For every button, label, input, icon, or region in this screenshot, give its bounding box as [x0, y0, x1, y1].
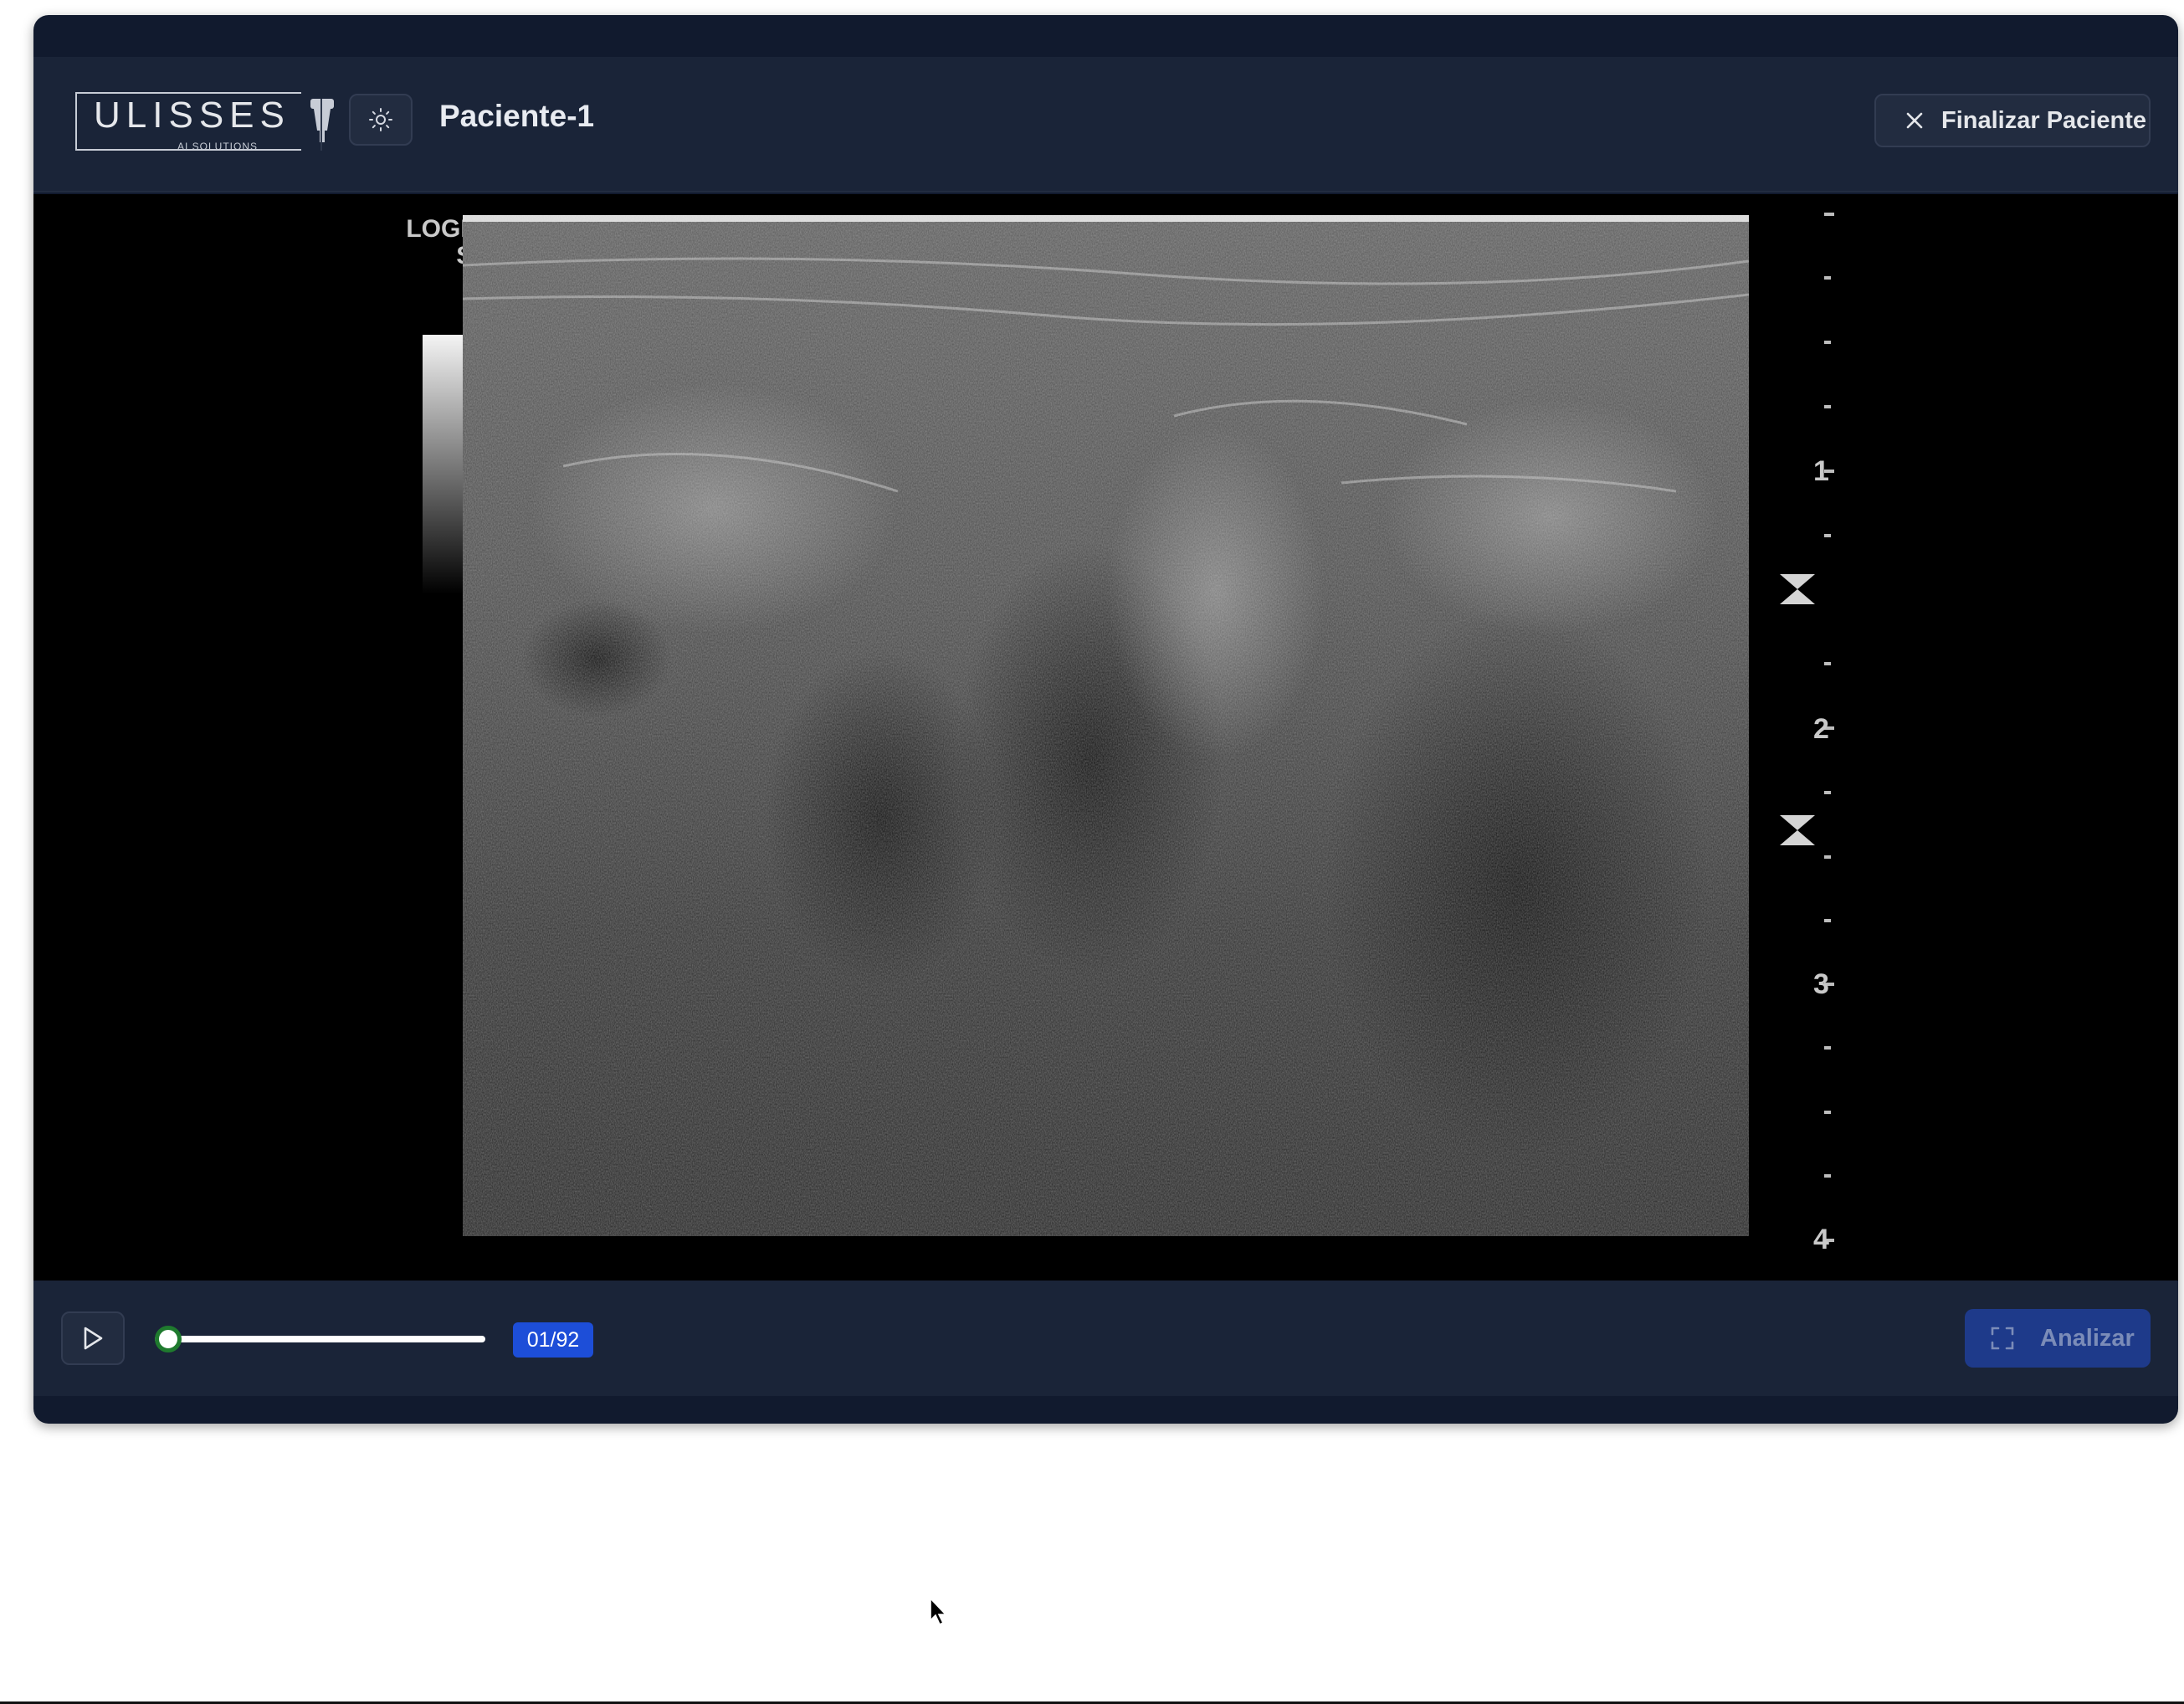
- finish-patient-label: Finalizar Paciente: [1941, 106, 2146, 134]
- depth-label-2: 2: [1813, 713, 1829, 745]
- depth-label-4: 4: [1813, 1224, 1829, 1255]
- logo-subtitle: AI SOLUTIONS: [177, 141, 259, 152]
- ultrasound-probe-icon: [310, 99, 334, 142]
- depth-label-1: 1: [1813, 455, 1829, 487]
- focus-marker-icon: [1780, 574, 1815, 604]
- ultrasound-image: [463, 215, 1749, 1236]
- theme-toggle-button[interactable]: [349, 94, 413, 146]
- slider-thumb[interactable]: [155, 1326, 182, 1352]
- frame-slider[interactable]: [155, 1323, 485, 1353]
- viewer-card: ULISSES AI SOLUTIONS Paciente-1 Finaliza…: [33, 15, 2178, 1424]
- depth-label-3: 3: [1813, 968, 1829, 1000]
- close-icon: [1906, 112, 1923, 129]
- depth-scale-ticks: [1824, 213, 1834, 1242]
- analyze-button[interactable]: Analizar: [1965, 1309, 2151, 1368]
- header-divider: [320, 99, 322, 151]
- play-button[interactable]: [61, 1311, 125, 1365]
- patient-title: Paciente-1: [439, 99, 595, 133]
- header-bar: ULISSES AI SOLUTIONS Paciente-1 Finaliza…: [33, 57, 2178, 192]
- expand-icon: [1991, 1327, 2014, 1350]
- focus-marker-icon: [1780, 815, 1815, 845]
- mouse-cursor-icon: [930, 1597, 947, 1626]
- ulisses-logo: ULISSES AI SOLUTIONS: [75, 92, 334, 152]
- slider-track: [155, 1336, 485, 1342]
- frame-counter-badge: 01/92: [513, 1322, 593, 1358]
- depth-scale: 1 2 3 4: [1774, 194, 1841, 1281]
- play-icon: [84, 1327, 103, 1350]
- finish-patient-button[interactable]: Finalizar Paciente: [1874, 94, 2151, 147]
- grayscale-bar: [423, 335, 464, 594]
- analyze-label: Analizar: [2040, 1324, 2135, 1352]
- ultrasound-viewer: LOGIQ S8: [33, 194, 2178, 1281]
- logo-text: ULISSES: [94, 95, 290, 136]
- playback-controls: 01/92 Analizar: [33, 1281, 2178, 1396]
- sun-icon: [369, 108, 392, 131]
